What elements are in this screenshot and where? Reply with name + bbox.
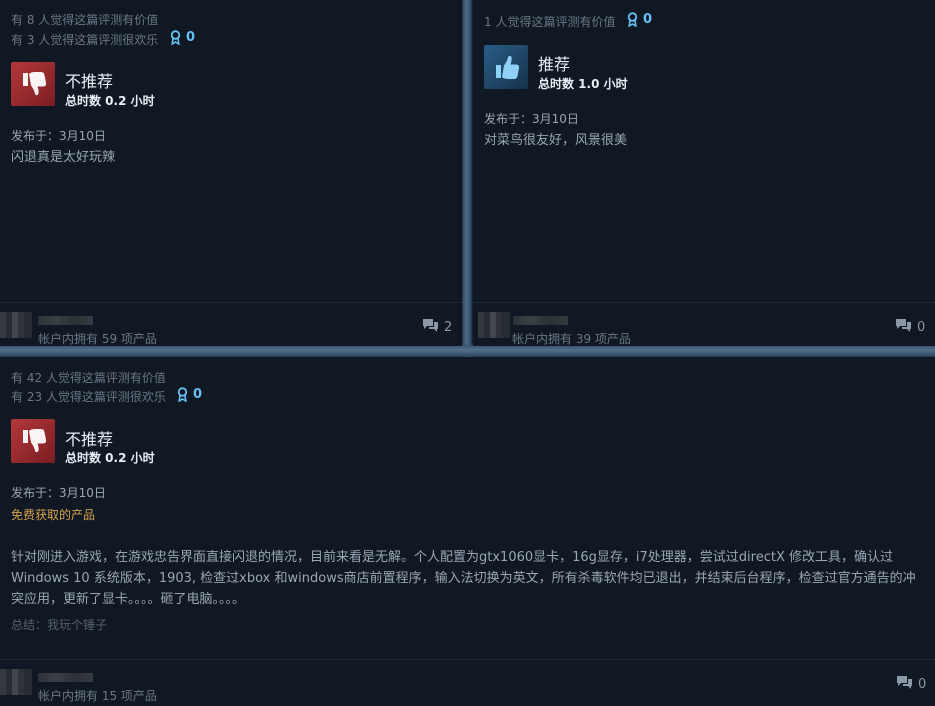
author-name[interactable] (38, 673, 93, 682)
products-owned: 帐户内拥有 15 项产品 (38, 689, 157, 703)
review-card: 有 8 人觉得这篇评测有价值 有 3 人觉得这篇评测很欢乐 0 不推荐 总时数 … (0, 0, 462, 346)
award-count: 0 (193, 387, 203, 402)
award-button[interactable]: 0 (170, 30, 195, 45)
review-card: 有 42 人觉得这篇评测有价值 有 23 人觉得这篇评测很欢乐 0 不推荐 总时… (0, 357, 935, 706)
comment-bubble-icon (422, 318, 439, 337)
comment-bubble-icon (896, 675, 913, 694)
author-name[interactable] (38, 316, 93, 325)
helpful-count: 有 42 人觉得这篇评测有价值 (11, 371, 166, 385)
products-owned: 帐户内拥有 59 项产品 (38, 332, 157, 346)
award-ribbon-icon (627, 12, 638, 27)
thumbs-up-icon[interactable] (484, 45, 528, 89)
helpful-count: 1 人觉得这篇评测有价值 (484, 15, 616, 29)
comment-count: 2 (444, 320, 453, 335)
award-ribbon-icon (177, 387, 188, 402)
award-button[interactable]: 0 (627, 12, 652, 27)
posted-date: 发布于：3月10日 (11, 486, 106, 500)
award-button[interactable]: 0 (177, 387, 202, 402)
card-divider (0, 302, 462, 303)
award-ribbon-icon (170, 30, 181, 45)
review-text: 针对刚进入游戏，在游戏忠告界面直接闪退的情况，目前来看是无解。个人配置为gtx1… (11, 550, 916, 607)
posted-date: 发布于：3月10日 (11, 129, 106, 143)
review-text: 闪退真是太好玩辣 (11, 150, 116, 165)
free-product-label: 免费获取的产品 (11, 508, 96, 522)
author-name[interactable] (513, 316, 568, 325)
comment-count: 0 (917, 320, 926, 335)
helpful-count: 有 8 人觉得这篇评测有价值 (11, 13, 159, 27)
products-owned: 帐户内拥有 39 项产品 (512, 332, 631, 346)
review-text: 对菜鸟很友好，风景很美 (484, 133, 628, 148)
thumbs-down-icon[interactable] (11, 62, 55, 106)
author-avatar[interactable] (478, 312, 510, 338)
playtime: 总时数 1.0 小时 (538, 77, 628, 91)
verdict-title: 不推荐 (65, 430, 114, 449)
comments-button[interactable]: 2 (422, 318, 452, 337)
playtime: 总时数 0.2 小时 (65, 94, 155, 108)
author-avatar[interactable] (0, 312, 32, 338)
thumbs-down-icon[interactable] (11, 419, 55, 463)
posted-date: 发布于：3月10日 (484, 112, 579, 126)
award-count: 0 (186, 30, 196, 45)
review-summary: 总结：我玩个锤子 (11, 618, 108, 632)
verdict-title: 推荐 (538, 55, 571, 74)
review-card: 1 人觉得这篇评测有价值 0 推荐 总时数 1.0 小时 发布于：3月10日 对… (473, 0, 935, 346)
comment-bubble-icon (895, 318, 912, 337)
award-count: 0 (643, 12, 653, 27)
author-avatar[interactable] (0, 669, 32, 695)
verdict-title: 不推荐 (65, 72, 114, 91)
card-divider (473, 302, 935, 303)
comment-count: 0 (918, 677, 927, 692)
comments-button[interactable]: 0 (896, 675, 926, 694)
funny-count: 有 23 人觉得这篇评测很欢乐 (11, 390, 166, 404)
card-divider (0, 659, 935, 660)
funny-count: 有 3 人觉得这篇评测很欢乐 (11, 33, 159, 47)
playtime: 总时数 0.2 小时 (65, 451, 155, 465)
comments-button[interactable]: 0 (895, 318, 925, 337)
